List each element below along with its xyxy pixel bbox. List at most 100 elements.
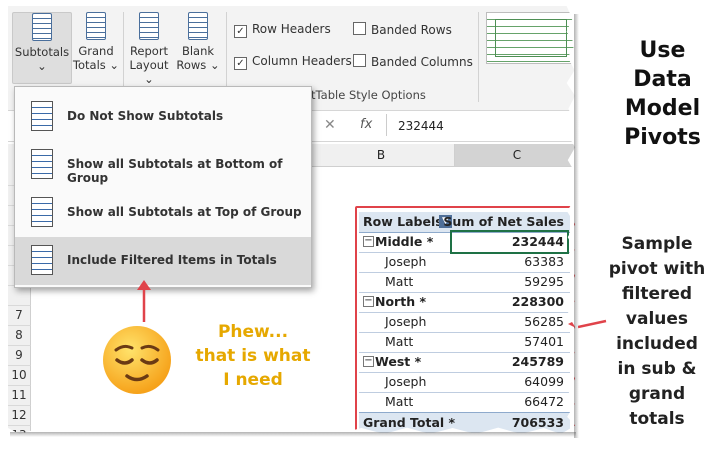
column-headers-label: Column Headers [252,54,352,68]
excel-screenshot: Subtotals ⌄ Grand Totals ⌄ Report Layout… [8,6,576,434]
banded-rows-label: Banded Rows [371,23,452,37]
use-data-model-title: Use Data Model Pivots [600,36,725,152]
grand-total-label: Grand Total * [363,415,456,430]
subtotals-label: Subtotals [14,45,70,59]
menu-item-include-filtered[interactable]: Include Filtered Items in Totals [15,237,311,285]
pivot-group-row[interactable]: − West * 245789 [359,352,570,373]
pivot-item-row[interactable]: Matt 66472 [359,392,570,413]
pivot-item-row[interactable]: Matt 59295 [359,272,570,293]
pivot-item-row[interactable]: Joseph 64099 [359,372,570,393]
filter-subtotals-icon [31,245,53,275]
report-layout-label-1: Report [129,44,169,58]
banded-columns-checkbox[interactable]: Banded Columns [353,54,473,69]
blank-rows-label-1: Blank [181,44,215,58]
pivot-style-gallery[interactable] [486,12,576,64]
row-header[interactable]: 9 [8,346,31,366]
pivot-row-value: 59295 [524,274,564,289]
pivot-item-row[interactable]: Joseph 63383 [359,252,570,273]
check-icon: ✓ [234,25,247,38]
column-headers-checkbox[interactable]: ✓ Column Headers [234,54,352,70]
row-header[interactable]: 10 [8,366,31,386]
fx-icon[interactable]: fx [360,117,372,132]
pivot-row-label: Joseph [385,314,427,329]
pivot-table: Row Labels ▼ Sum of Net Sales − Middle * 2… [355,206,576,434]
torn-edge-shadow [574,14,579,438]
subtotals-chevron: ⌄ [37,59,47,73]
pivot-row-label: North * [375,294,426,309]
menu-item-label: Show all Subtotals at Top of Group [67,205,302,219]
blank-rows-button[interactable]: Blank Rows ⌄ [176,12,220,82]
pivot-row-label: Matt [385,334,414,349]
arrow-line-icon [578,319,607,329]
row-headers-label: Row Headers [252,22,331,36]
pivot-row-value: 66472 [524,394,564,409]
note-line: totals [629,409,685,429]
cancel-icon[interactable]: ✕ [324,117,336,133]
menu-item-label: Show all Subtotals at Bottom of Group [67,157,283,185]
pivot-row-label: Middle * [375,234,434,249]
checkbox-empty-icon [353,22,366,35]
arrow-up-icon [137,280,151,322]
report-layout-icon [139,12,159,40]
subtotals-layout-icon [31,149,53,179]
phew-line: that is what [195,346,311,366]
pivot-row-label: Matt [385,394,414,409]
ribbon-separator [478,12,479,102]
grand-total-row: Grand Total * 706533 [359,412,570,433]
menu-item-no-subtotals[interactable]: Do Not Show Subtotals [15,93,311,139]
pivot-row-value: 245789 [511,354,564,369]
sample-pivot-annotation: Sample pivot with filtered values includ… [598,232,716,432]
pivot-item-row[interactable]: Joseph 56285 [359,312,570,333]
menu-item-subtotals-bottom[interactable]: Show all Subtotals at Bottom of Group [15,141,311,187]
checkbox-empty-icon [353,54,366,67]
row-headers-checkbox[interactable]: ✓ Row Headers [234,22,331,38]
row-header[interactable] [8,286,31,306]
grand-total-value: 706533 [511,415,564,430]
banded-columns-label: Banded Columns [371,55,473,69]
subtotals-layout-icon [31,101,53,131]
sum-net-sales-header: Sum of Net Sales [443,214,564,229]
note-line: Sample [621,234,693,254]
grand-totals-button[interactable]: Grand Totals ⌄ [72,12,120,82]
column-header-c[interactable]: C [454,144,576,166]
pivot-row-label: Joseph [385,254,427,269]
menu-item-subtotals-top[interactable]: Show all Subtotals at Top of Group [15,189,311,235]
collapse-icon[interactable]: − [363,236,374,247]
menu-item-label: Do Not Show Subtotals [67,109,224,123]
column-header-b[interactable]: B [306,144,455,166]
relieved-face-icon [103,326,171,394]
note-line: filtered [621,284,693,304]
collapse-icon[interactable]: − [363,296,374,307]
phew-annotation: Phew... that is what I need [178,320,328,392]
torn-edge-shadow [10,432,576,437]
note-line: pivot with [608,259,706,279]
report-layout-label-2: Layout ⌄ [129,58,169,86]
subtotals-button[interactable]: Subtotals ⌄ [12,12,72,84]
row-header[interactable]: 7 [8,306,31,326]
banded-rows-checkbox[interactable]: Banded Rows [353,22,452,37]
row-labels-header: Row Labels [363,214,443,229]
grand-totals-icon [86,12,106,40]
formula-input[interactable]: 232444 [398,119,444,133]
collapse-icon[interactable]: − [363,356,374,367]
phew-line: Phew... [217,322,289,342]
pivot-item-row[interactable]: Matt 57401 [359,332,570,353]
formula-divider [386,114,387,136]
row-header[interactable]: 11 [8,386,31,406]
pivot-row-label: Matt [385,274,414,289]
subtotals-layout-icon [31,197,53,227]
row-header[interactable]: 8 [8,326,31,346]
row-header[interactable]: 12 [8,406,31,426]
pivot-group-row[interactable]: − Middle * 232444 [359,230,570,254]
note-line: included [616,334,698,354]
grand-totals-label-2: Totals ⌄ [72,58,120,72]
pivot-row-value: 63383 [524,254,564,269]
title-line: Pivots [624,125,701,150]
pivot-row-value: 64099 [524,374,564,389]
subtotals-menu: Do Not Show Subtotals Show all Subtotals … [14,86,312,288]
report-layout-button[interactable]: Report Layout ⌄ [124,12,174,86]
note-line: values [625,309,689,329]
blank-rows-icon [188,12,208,40]
note-line: grand [628,384,686,404]
pivot-group-row[interactable]: − North * 228300 [359,292,570,313]
